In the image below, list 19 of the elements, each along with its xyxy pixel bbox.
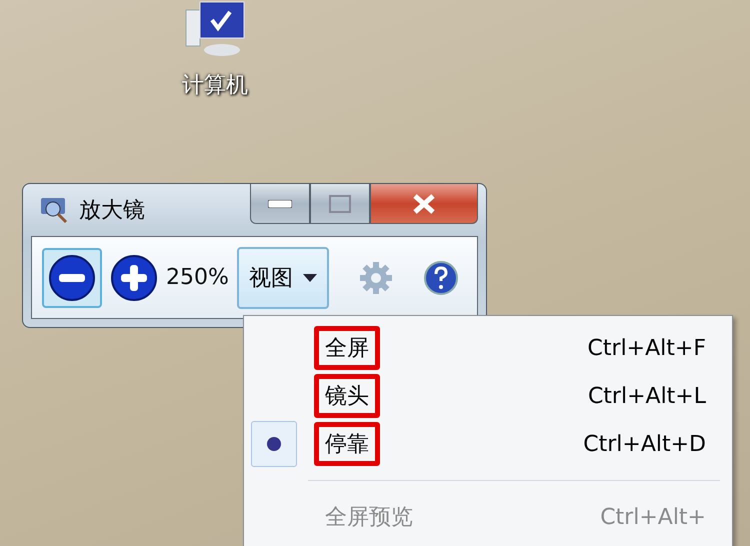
caret-icon [302,274,317,282]
maximize-icon [329,194,351,212]
menu-item[interactable]: 停靠 Ctrl+Alt+D [304,423,720,465]
view-dropdown[interactable]: 视图 [236,246,329,308]
close-button[interactable] [370,184,478,224]
menu-item[interactable]: 全屏 Ctrl+Alt+F [304,327,720,369]
menu-item[interactable]: 镜头 Ctrl+Alt+L [304,375,720,417]
radio-dot-icon [266,436,282,452]
desktop-icon-label: 计算机 [182,72,248,100]
zoom-out-button[interactable] [42,248,102,308]
help-icon[interactable] [422,260,459,296]
window-title: 放大镜 [79,197,146,225]
zoom-level: 250% [166,265,229,290]
zoom-in-button[interactable] [110,254,158,302]
minimize-icon [268,200,292,208]
close-icon [412,194,436,214]
maximize-button[interactable] [310,184,370,224]
magnifier-icon [39,195,69,225]
minimize-button[interactable] [250,184,310,224]
